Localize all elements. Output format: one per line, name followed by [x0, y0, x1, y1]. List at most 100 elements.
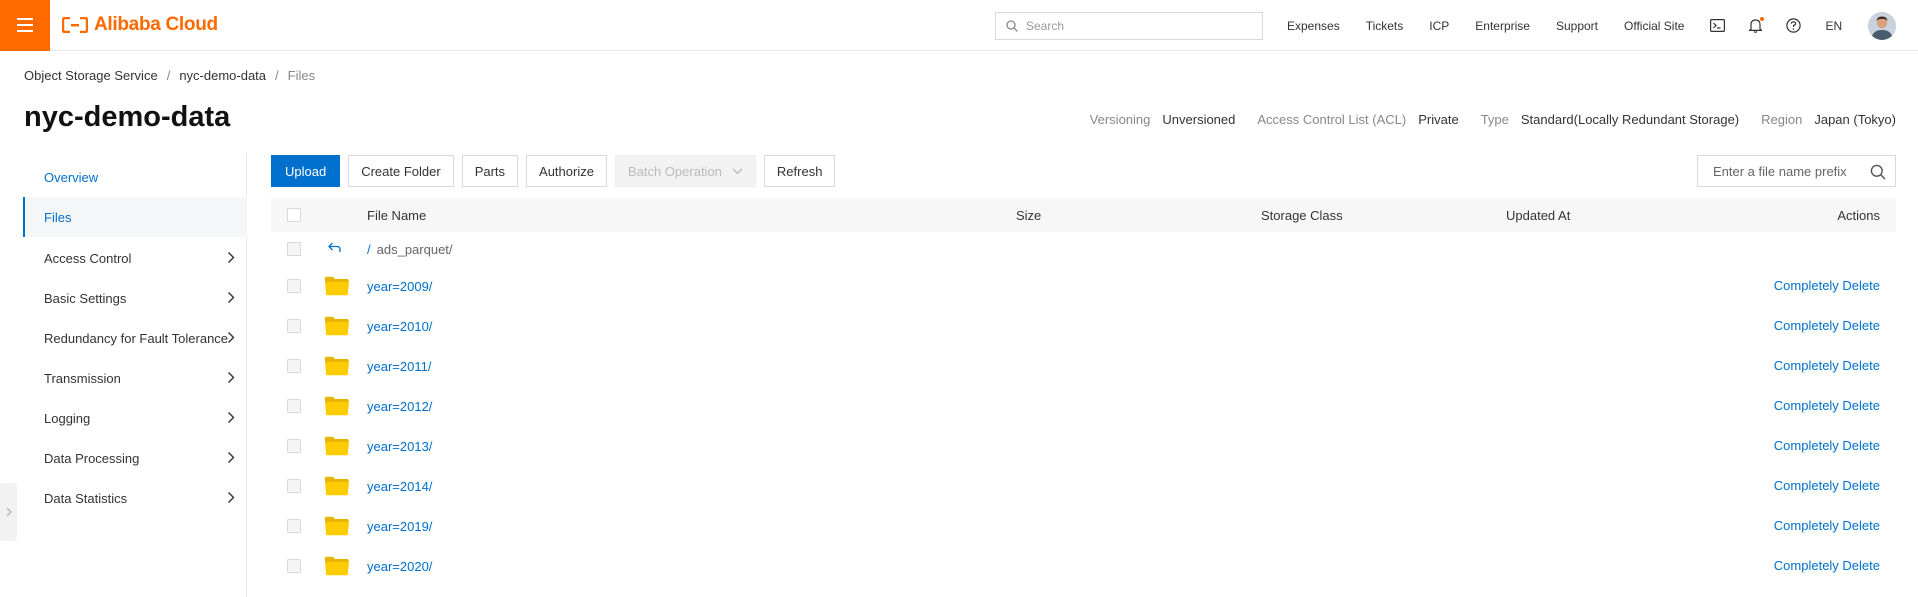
table-row: year=2010/ Completely Delete	[271, 306, 1896, 346]
sidebar-item-label: Redundancy for Fault Tolerance	[44, 330, 229, 346]
parts-button[interactable]: Parts	[461, 155, 519, 187]
row-checkbox[interactable]	[287, 439, 301, 453]
folder-link[interactable]: year=2011/	[367, 359, 431, 374]
search-input[interactable]	[1026, 19, 1246, 33]
meta-versioning-key: Versioning	[1089, 112, 1151, 127]
breadcrumb-oss[interactable]: Object Storage Service	[24, 68, 158, 83]
folder-icon	[325, 316, 349, 336]
column-storage-class: Storage Class	[1261, 207, 1343, 223]
breadcrumb-separator: /	[275, 68, 279, 83]
folder-link[interactable]: year=2020/	[367, 559, 432, 574]
completely-delete-link[interactable]: Completely Delete	[1774, 358, 1880, 373]
chevron-right-icon	[228, 332, 235, 343]
file-prefix-search[interactable]	[1697, 155, 1896, 187]
create-folder-button[interactable]: Create Folder	[348, 155, 454, 187]
row-checkbox[interactable]	[287, 319, 301, 333]
chevron-right-icon	[228, 292, 235, 303]
folder-link[interactable]: year=2010/	[367, 319, 432, 334]
folder-link[interactable]: year=2012/	[367, 399, 432, 414]
refresh-button[interactable]: Refresh	[763, 155, 836, 187]
row-checkbox[interactable]	[287, 479, 301, 493]
completely-delete-link[interactable]: Completely Delete	[1774, 518, 1880, 533]
path-segment: ads_parquet/	[376, 242, 453, 257]
hamburger-icon	[17, 24, 33, 26]
sidebar-item-files[interactable]: Files	[23, 197, 247, 237]
table-row: year=2014/ Completely Delete	[271, 466, 1896, 506]
table-row: year=2012/ Completely Delete	[271, 386, 1896, 426]
menu-button[interactable]	[0, 0, 50, 51]
table-row: year=2019/ Completely Delete	[271, 506, 1896, 546]
sidebar-item-redundancy[interactable]: Redundancy for Fault Tolerance	[23, 318, 247, 358]
folder-icon	[325, 276, 349, 296]
folder-icon	[325, 396, 349, 416]
help-icon[interactable]	[1786, 18, 1802, 33]
sidebar-item-data-processing[interactable]: Data Processing	[23, 438, 247, 478]
back-arrow-icon[interactable]	[328, 242, 341, 253]
folder-icon	[325, 356, 349, 376]
breadcrumb-current: Files	[287, 68, 316, 83]
folder-link[interactable]: year=2019/	[367, 519, 432, 534]
completely-delete-link[interactable]: Completely Delete	[1774, 438, 1880, 453]
row-checkbox[interactable]	[287, 279, 301, 293]
breadcrumb: Object Storage Service / nyc-demo-data /…	[24, 68, 315, 83]
path-root-link[interactable]: /	[367, 242, 371, 257]
sidebar-item-label: Files	[44, 209, 72, 225]
sidebar-item-label: Overview	[44, 169, 99, 185]
table-row: year=2011/ Completely Delete	[271, 346, 1896, 386]
global-search[interactable]	[995, 12, 1263, 40]
nav-tickets[interactable]: Tickets	[1366, 19, 1404, 33]
avatar[interactable]	[1868, 11, 1897, 40]
prefix-search-input[interactable]	[1713, 163, 1868, 179]
notification-dot	[1760, 17, 1765, 21]
language-switch[interactable]: EN	[1825, 19, 1842, 33]
nav-expenses[interactable]: Expenses	[1287, 19, 1340, 33]
nav-official-site[interactable]: Official Site	[1624, 19, 1684, 33]
meta-acl-key: Access Control List (ACL)	[1257, 112, 1407, 127]
sidebar-collapse-toggle[interactable]	[0, 483, 17, 541]
column-file-name: File Name	[367, 207, 427, 223]
logo[interactable]: Alibaba Cloud	[62, 14, 218, 36]
sidebar-item-transmission[interactable]: Transmission	[23, 358, 247, 398]
authorize-button[interactable]: Authorize	[526, 155, 607, 187]
chevron-right-icon	[228, 412, 235, 423]
row-checkbox[interactable]	[287, 559, 301, 573]
meta-region-key: Region	[1761, 112, 1803, 127]
meta-type-value: Standard(Locally Redundant Storage)	[1520, 112, 1740, 127]
completely-delete-link[interactable]: Completely Delete	[1774, 398, 1880, 413]
folder-icon	[325, 516, 349, 536]
table-row: year=2013/ Completely Delete	[271, 426, 1896, 466]
sidebar-item-overview[interactable]: Overview	[23, 157, 247, 197]
chevron-right-icon	[228, 492, 235, 503]
sidebar-item-logging[interactable]: Logging	[23, 398, 247, 438]
logo-text: Alibaba Cloud	[94, 14, 218, 35]
terminal-icon[interactable]	[1710, 19, 1726, 32]
row-checkbox[interactable]	[287, 399, 301, 413]
nav-enterprise[interactable]: Enterprise	[1475, 19, 1530, 33]
nav-support[interactable]: Support	[1556, 19, 1598, 33]
column-actions: Actions	[1837, 207, 1880, 223]
column-updated-at: Updated At	[1506, 207, 1571, 223]
nav-icp[interactable]: ICP	[1429, 19, 1449, 33]
chevron-right-icon	[228, 372, 235, 383]
select-all-checkbox[interactable]	[287, 208, 301, 222]
top-bar: Alibaba Cloud Expenses Tickets ICP Enter…	[0, 0, 1918, 51]
search-icon[interactable]	[1870, 164, 1886, 180]
upload-button[interactable]: Upload	[271, 155, 341, 187]
sidebar-item-access-control[interactable]: Access Control	[23, 238, 247, 278]
page-title: nyc-demo-data	[24, 101, 231, 133]
completely-delete-link[interactable]: Completely Delete	[1774, 318, 1880, 333]
folder-link[interactable]: year=2009/	[367, 279, 432, 294]
completely-delete-link[interactable]: Completely Delete	[1774, 558, 1880, 573]
completely-delete-link[interactable]: Completely Delete	[1774, 478, 1880, 493]
bell-icon[interactable]	[1749, 17, 1765, 33]
row-checkbox[interactable]	[287, 359, 301, 373]
sidebar-item-basic-settings[interactable]: Basic Settings	[23, 278, 247, 318]
breadcrumb-bucket[interactable]: nyc-demo-data	[179, 68, 266, 83]
sidebar-item-label: Data Statistics	[44, 490, 128, 506]
sidebar-item-data-statistics[interactable]: Data Statistics	[23, 478, 247, 518]
row-checkbox[interactable]	[287, 519, 301, 533]
bucket-meta: Versioning Unversioned Access Control Li…	[1090, 112, 1896, 127]
completely-delete-link[interactable]: Completely Delete	[1774, 278, 1880, 293]
folder-link[interactable]: year=2013/	[367, 439, 432, 454]
folder-link[interactable]: year=2014/	[367, 479, 432, 494]
